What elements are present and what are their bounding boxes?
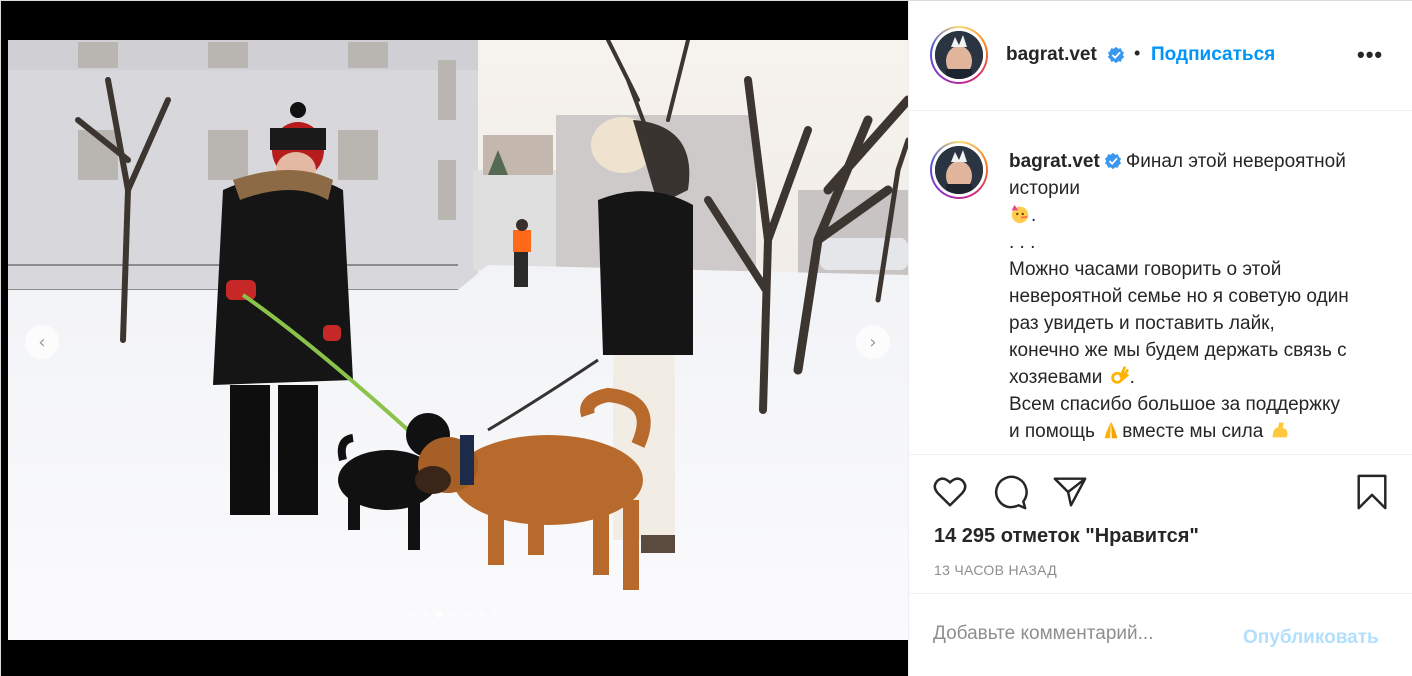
separator-dot: •: [1134, 43, 1141, 63]
ok-hand-emoji-icon: [1110, 366, 1129, 384]
verified-badge-icon: [1107, 46, 1125, 64]
caption-line: хозяевами: [1009, 367, 1103, 388]
carousel-dot: [436, 611, 443, 618]
post-actions: 14 295 отметок "Нравится" 13 ЧАСОВ НАЗАД: [909, 454, 1412, 594]
flexed-biceps-emoji-icon: [1272, 422, 1288, 438]
caption-line: Можно часами говорить о этой: [1009, 259, 1282, 280]
caption-avatar[interactable]: [930, 141, 988, 199]
avatar-image: [935, 31, 983, 79]
avatar-image: [935, 146, 983, 194]
chevron-left-icon: ‹: [38, 331, 46, 353]
carousel-dot: [464, 611, 471, 618]
caption-line: невероятной семье но я советую один: [1009, 286, 1349, 307]
caption-line: Финал этой невероятной: [1125, 151, 1346, 172]
comment-input[interactable]: [933, 623, 1233, 645]
carousel-dot: [478, 611, 485, 618]
post-author-username[interactable]: bagrat.vet: [1006, 44, 1097, 66]
publish-button[interactable]: Опубликовать: [1243, 627, 1379, 649]
carousel-prev-button[interactable]: ‹: [25, 325, 59, 359]
post-side-panel: bagrat.vet • Подписаться ••• bagrat.vet …: [908, 1, 1412, 676]
caption-line: истории: [1009, 178, 1080, 199]
more-options-icon[interactable]: •••: [1357, 44, 1383, 66]
comment-form: Опубликовать: [909, 595, 1412, 676]
post-media: ‹ ›: [1, 1, 908, 676]
carousel-next-button[interactable]: ›: [856, 325, 890, 359]
post-timestamp[interactable]: 13 ЧАСОВ НАЗАД: [934, 562, 1057, 578]
avatar[interactable]: [930, 26, 988, 84]
verified-badge-icon: [1104, 152, 1121, 170]
share-icon[interactable]: [1051, 473, 1089, 511]
carousel-dot: [422, 611, 429, 618]
caption-line: конечно же мы будем держать связь с: [1009, 340, 1347, 361]
chevron-right-icon: ›: [869, 331, 877, 353]
caption-line: . . .: [1009, 232, 1036, 253]
caption-line: Всем спасибо большое за поддержку: [1009, 394, 1340, 415]
comment-icon[interactable]: [991, 473, 1029, 511]
party-face-emoji-icon: [1011, 204, 1029, 224]
post-header: bagrat.vet • Подписаться •••: [909, 1, 1412, 111]
caption-text: bagrat.vet Финал этой невероятной истории…: [1009, 151, 1349, 442]
praying-hands-emoji-icon: [1104, 421, 1118, 439]
carousel-dot: [492, 611, 499, 618]
carousel-dot: [408, 611, 415, 618]
bookmark-icon[interactable]: [1353, 473, 1391, 511]
heart-icon[interactable]: [931, 473, 969, 511]
post-window: ‹ › bagrat.vet • Подписаться ••• bagrat.…: [0, 0, 1412, 676]
caption-username[interactable]: bagrat.vet: [1009, 151, 1100, 172]
caption-line: и помощь: [1009, 421, 1095, 442]
post-caption: bagrat.vet Финал этой невероятной истории…: [909, 112, 1412, 454]
likes-count[interactable]: 14 295 отметок "Нравится": [934, 525, 1199, 548]
post-photo: [8, 40, 908, 640]
follow-button[interactable]: Подписаться: [1151, 44, 1275, 66]
caption-line: вместе мы сила: [1122, 421, 1264, 442]
caption-line: раз увидеть и поставить лайк,: [1009, 313, 1275, 334]
carousel-dot: [450, 611, 457, 618]
carousel-indicator: [408, 611, 499, 618]
photo-illustration: [8, 40, 908, 640]
